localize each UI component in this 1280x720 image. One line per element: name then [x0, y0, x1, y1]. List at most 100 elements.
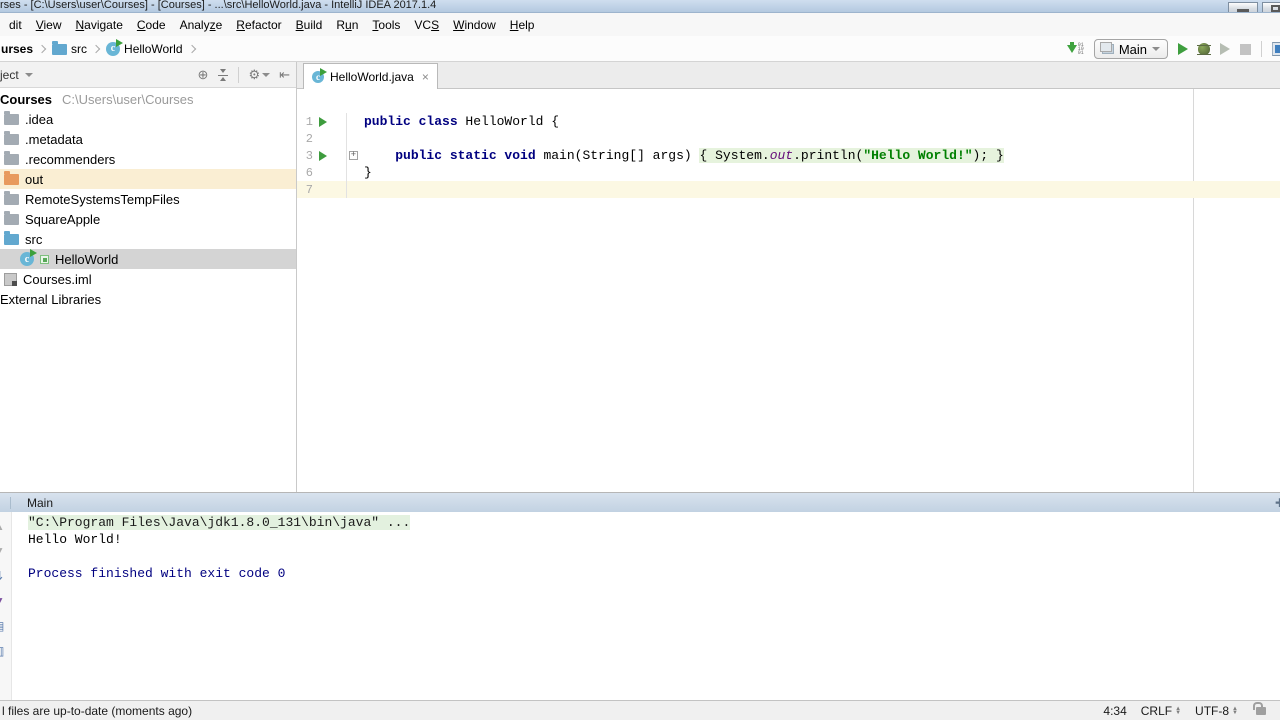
tree-item-courses[interactable]: CoursesC:\Users\user\Courses	[0, 89, 296, 109]
code-text: public class HelloWorld {	[360, 114, 559, 129]
updown-icon: ▲▼	[1232, 707, 1238, 715]
caret-position-widget[interactable]: 4:34	[1103, 704, 1126, 718]
expand-fold-icon[interactable]: +	[349, 151, 358, 160]
module-file-icon	[4, 273, 17, 286]
run-line-icon[interactable]	[319, 151, 327, 161]
run-configuration-selector[interactable]: Main	[1094, 39, 1168, 59]
line-number: 6	[297, 166, 313, 180]
tree-item--idea[interactable]: .idea	[0, 109, 296, 129]
tree-item-src[interactable]: src	[0, 229, 296, 249]
collapse-all-icon[interactable]	[217, 69, 229, 81]
maximize-button[interactable]	[1262, 2, 1280, 13]
run-button[interactable]	[1178, 43, 1188, 55]
encoding-widget[interactable]: UTF-8 ▲▼	[1195, 704, 1238, 718]
gutter: 2	[297, 130, 347, 147]
chevron-down-icon	[262, 73, 270, 77]
menu-navigate[interactable]: Navigate	[69, 15, 130, 35]
chevron-down-icon	[25, 73, 33, 77]
editor-tab-helloworld[interactable]: c HelloWorld.java ×	[303, 63, 438, 89]
breadcrumb-item-urses[interactable]: urses	[0, 42, 34, 56]
console-output[interactable]: "C:\Program Files\Java\jdk1.8.0_131\bin\…	[12, 512, 1280, 700]
clipboard-icon[interactable]	[1272, 42, 1280, 56]
code-line-3[interactable]: 3+ public static void main(String[] args…	[297, 147, 1280, 164]
menu-analyze[interactable]: Analyze	[173, 15, 230, 35]
menu-vcs[interactable]: VCS	[407, 15, 446, 35]
folder-icon	[4, 154, 19, 165]
line-ending-widget[interactable]: CRLF ▲▼	[1141, 704, 1181, 718]
hide-panel-icon[interactable]: ⇤	[279, 68, 290, 81]
tree-item-label: External Libraries	[0, 292, 101, 307]
minimize-button[interactable]	[1228, 2, 1258, 13]
menu-refactor[interactable]: Refactor	[229, 15, 288, 35]
chevron-right-icon	[92, 44, 100, 52]
menu-build[interactable]: Build	[289, 15, 330, 35]
tab-label: HelloWorld.java	[330, 70, 414, 84]
title-bar[interactable]: rses - [C:\Users\user\Courses] - [Course…	[0, 0, 1280, 13]
folder-icon	[4, 194, 19, 205]
code-line-2[interactable]: 2	[297, 130, 1280, 147]
code-line-6[interactable]: 6}	[297, 164, 1280, 181]
tree-item-helloworld[interactable]: cHelloWorld	[0, 249, 296, 269]
debug-button[interactable]	[1198, 43, 1210, 55]
lock-icon[interactable]	[1256, 707, 1266, 715]
breadcrumb-item-src[interactable]: src	[51, 42, 88, 56]
run-toolbar: 011001 Main	[1067, 36, 1280, 62]
code-editor[interactable]: 1 public class HelloWorld { 23+ public sta…	[297, 89, 1280, 492]
binary-digits-decoration: 011001	[1078, 43, 1084, 55]
folder-icon	[4, 234, 19, 245]
tree-item-courses-iml[interactable]: Courses.iml	[0, 269, 296, 289]
restart-icon[interactable]: ⇅	[0, 570, 3, 582]
breadcrumb-label: urses	[1, 42, 33, 56]
gear-icon[interactable]: ✚	[1275, 496, 1280, 510]
project-view-selector[interactable]: ject	[0, 68, 33, 82]
folder-icon	[4, 134, 19, 145]
code-line-7[interactable]: 7	[297, 181, 1280, 198]
run-line-icon[interactable]	[319, 117, 327, 127]
window-title: rses - [C:\Users\user\Courses] - [Course…	[0, 0, 436, 12]
console-line: Hello World!	[28, 532, 1280, 549]
menu-dit[interactable]: dit	[2, 15, 29, 35]
line-number: 1	[297, 115, 313, 129]
folder-icon	[4, 214, 19, 225]
tree-item--recommenders[interactable]: .recommenders	[0, 149, 296, 169]
tree-item-out[interactable]: out	[0, 169, 296, 189]
chevron-right-icon	[187, 44, 195, 52]
maximize-icon	[1271, 5, 1280, 12]
print-icon[interactable]: ▤	[0, 620, 4, 632]
tree-item-remotesystemstempfiles[interactable]: RemoteSystemsTempFiles	[0, 189, 296, 209]
tree-item--metadata[interactable]: .metadata	[0, 129, 296, 149]
settings-button[interactable]: ⚙	[248, 68, 270, 81]
run-marker-icon	[40, 255, 49, 264]
menu-help[interactable]: Help	[503, 15, 542, 35]
run-config-label: Main	[1119, 42, 1147, 57]
gutter: 3	[297, 147, 347, 164]
menu-window[interactable]: Window	[446, 15, 503, 35]
fold-column: +	[347, 151, 360, 160]
breadcrumb: urses src cHelloWorld	[0, 36, 201, 61]
run-panel-header[interactable]: Main ✚	[0, 493, 1280, 512]
run-with-coverage-button[interactable]	[1220, 43, 1230, 55]
prev-occurrence-icon[interactable]: ▲	[0, 520, 5, 532]
status-bar: l files are up-to-date (moments ago) 4:3…	[0, 700, 1280, 720]
locate-file-icon[interactable]: ⊕	[198, 68, 209, 81]
tree-item-external-libraries[interactable]: External Libraries	[0, 289, 296, 309]
console-line: Process finished with exit code 0	[28, 566, 1280, 583]
code-line-1[interactable]: 1 public class HelloWorld {	[297, 113, 1280, 130]
tree-item-squareapple[interactable]: SquareApple	[0, 209, 296, 229]
next-occurrence-icon[interactable]: ▼	[0, 545, 5, 557]
status-widgets: 4:34 CRLF ▲▼ UTF-8 ▲▼	[1103, 704, 1280, 718]
clear-console-icon[interactable]: ▥	[0, 645, 4, 657]
menu-view[interactable]: View	[29, 15, 69, 35]
editor-area: c HelloWorld.java × 1 public class HelloW…	[297, 62, 1280, 492]
breadcrumb-item-helloworld[interactable]: cHelloWorld	[105, 42, 183, 56]
menu-tools[interactable]: Tools	[365, 15, 407, 35]
scroll-down-icon[interactable]: ▼	[0, 595, 5, 607]
menu-code[interactable]: Code	[130, 15, 173, 35]
menu-bar: ditViewNavigateCodeAnalyzeRefactorBuildR…	[0, 13, 1280, 36]
project-panel-header: ject ⊕ ⚙ ⇤	[0, 62, 296, 88]
minimize-icon	[1237, 9, 1249, 12]
close-icon[interactable]: ×	[422, 70, 429, 84]
menu-run[interactable]: Run	[329, 15, 365, 35]
folder-icon	[52, 44, 67, 55]
vcs-update-button[interactable]: 011001	[1067, 43, 1084, 55]
